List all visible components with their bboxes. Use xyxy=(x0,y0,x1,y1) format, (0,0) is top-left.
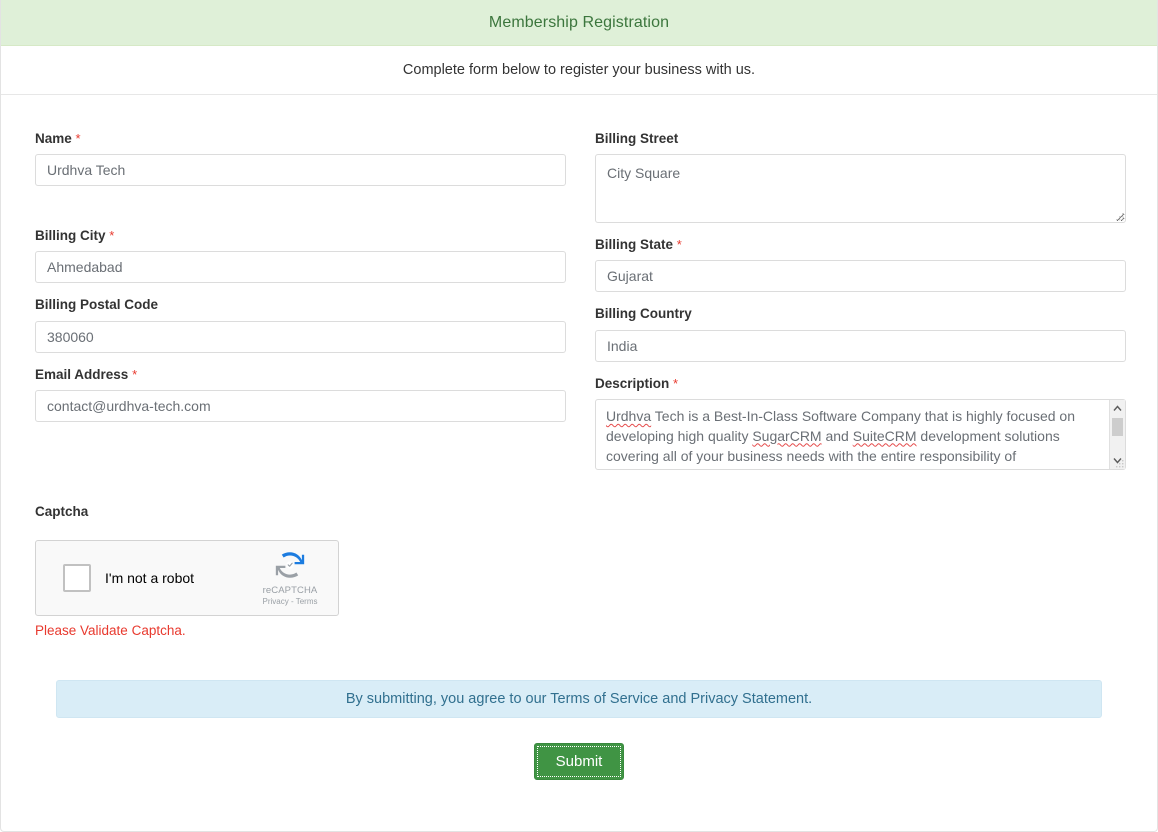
billing-city-input[interactable] xyxy=(35,251,566,284)
recaptcha-brand-name: reCAPTCHA xyxy=(262,584,318,596)
label-description-text: Description xyxy=(595,375,670,391)
captcha-section: Captcha I'm not a robot reCAPTCHA Privac… xyxy=(35,504,1123,638)
description-textarea[interactable] xyxy=(595,398,1126,470)
panel-header: Membership Registration xyxy=(1,0,1157,46)
email-address-input[interactable] xyxy=(35,389,566,422)
label-billing-city-text: Billing City xyxy=(35,228,106,244)
label-billing-postal-code-text: Billing Postal Code xyxy=(35,297,159,313)
page-title: Membership Registration xyxy=(488,13,670,31)
form-grid: Name * Billing City * Billin xyxy=(35,131,1126,470)
required-marker: * xyxy=(132,366,138,382)
required-marker: * xyxy=(676,237,682,253)
label-name-text: Name xyxy=(35,131,72,146)
recaptcha-logo-icon xyxy=(275,552,305,578)
label-billing-state-text: Billing State xyxy=(595,237,674,253)
captcha-error-message: Please Validate Captcha. xyxy=(35,622,186,638)
registration-panel: Membership Registration Complete form be… xyxy=(0,0,1158,832)
billing-street-wrap: City Square xyxy=(595,154,1126,224)
description-wrap: Urdhva Tech is a Best-In-Class Software … xyxy=(595,398,1126,470)
panel-subtitle: Complete form below to register your bus… xyxy=(402,62,756,78)
required-marker: * xyxy=(673,375,679,391)
recaptcha-branding: reCAPTCHA Privacy - Terms xyxy=(254,548,326,608)
field-billing-postal-code: Billing Postal Code xyxy=(35,297,566,353)
required-marker: * xyxy=(75,131,81,146)
terms-banner-text: By submitting, you agree to our Terms of… xyxy=(345,690,813,707)
recaptcha-label: I'm not a robot xyxy=(105,569,195,586)
resize-handle-icon[interactable] xyxy=(1116,459,1124,468)
form-column-left: Name * Billing City * Billin xyxy=(35,131,566,470)
submit-row: Submit xyxy=(35,742,1123,828)
scroll-up-icon[interactable] xyxy=(1110,400,1126,417)
field-email-address: Email Address * xyxy=(35,367,566,422)
field-description: Description * Urdhva Tech is a Best-In-C… xyxy=(595,376,1126,470)
recaptcha-widget[interactable]: I'm not a robot reCAPTCHA Privacy - Term… xyxy=(35,539,339,616)
label-email-address-text: Email Address xyxy=(35,366,129,382)
label-description: Description * xyxy=(595,376,1126,392)
recaptcha-checkbox[interactable] xyxy=(63,563,91,592)
label-email-address: Email Address * xyxy=(35,367,566,383)
label-captcha: Captcha xyxy=(35,503,89,519)
resize-handle-icon[interactable] xyxy=(1116,213,1124,221)
required-marker: * xyxy=(109,228,115,244)
registration-form: Name * Billing City * Billin xyxy=(1,95,1157,828)
label-name: Name * xyxy=(35,131,566,147)
terms-banner: By submitting, you agree to our Terms of… xyxy=(56,679,1102,718)
form-column-right: Billing Street City Square Billing State… xyxy=(595,131,1126,470)
billing-state-input[interactable] xyxy=(595,260,1126,293)
label-billing-state: Billing State * xyxy=(595,237,1126,253)
field-billing-country: Billing Country xyxy=(595,306,1126,362)
panel-subtitle-bar: Complete form below to register your bus… xyxy=(1,46,1157,95)
label-billing-country: Billing Country xyxy=(595,306,1126,322)
label-billing-street: Billing Street xyxy=(595,131,1126,147)
field-billing-state: Billing State * xyxy=(595,237,1126,293)
submit-button[interactable]: Submit xyxy=(533,742,625,780)
name-input[interactable] xyxy=(35,154,566,187)
field-billing-street: Billing Street City Square xyxy=(595,131,1126,224)
label-billing-postal-code: Billing Postal Code xyxy=(35,297,566,313)
label-billing-street-text: Billing Street xyxy=(595,131,679,146)
recaptcha-terms-link[interactable]: Privacy - Terms xyxy=(263,597,318,606)
billing-country-input[interactable] xyxy=(595,329,1126,362)
description-scrollbar[interactable] xyxy=(1109,399,1126,469)
label-billing-country-text: Billing Country xyxy=(595,306,692,322)
field-billing-city: Billing City * xyxy=(35,228,566,284)
field-name: Name * xyxy=(35,131,566,187)
scroll-thumb[interactable] xyxy=(1112,417,1123,436)
label-billing-city: Billing City * xyxy=(35,228,566,244)
billing-postal-code-input[interactable] xyxy=(35,320,566,353)
billing-street-textarea[interactable]: City Square xyxy=(595,154,1126,224)
